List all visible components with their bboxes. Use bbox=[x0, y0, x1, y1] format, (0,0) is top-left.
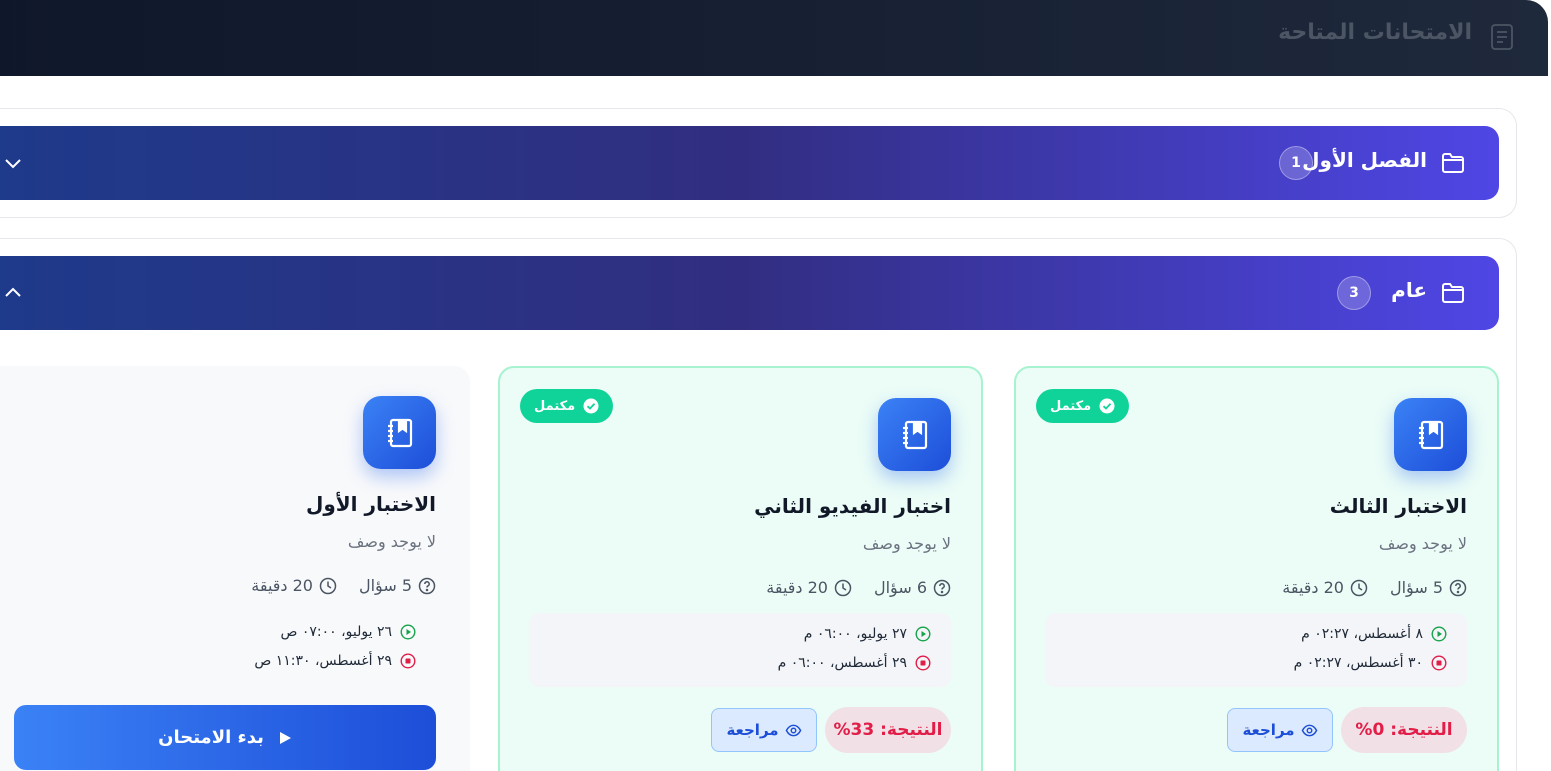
status-label: مكتمل bbox=[1050, 398, 1092, 414]
start-exam-label: بدء الامتحان bbox=[158, 727, 264, 748]
exam-dates: ٢٦ يوليو، ٠٧:٠٠ ص ٢٩ أغسطس، ١١:٣٠ ص bbox=[14, 611, 436, 685]
status-label: مكتمل bbox=[534, 398, 576, 414]
notebook-icon bbox=[902, 420, 927, 449]
exam-duration: 20 دقيقة bbox=[1282, 578, 1368, 597]
question-circle-icon bbox=[933, 579, 951, 596]
score-badge: النتيجة: 33% bbox=[825, 707, 951, 753]
eye-icon bbox=[785, 724, 801, 736]
section-title: عام bbox=[1391, 278, 1427, 302]
exam-dates: ٢٧ يوليو، ٠٦:٠٠ م ٢٩ أغسطس، ٠٦:٠٠ م bbox=[529, 613, 951, 687]
exam-icon-tile bbox=[363, 396, 436, 469]
review-button[interactable]: مراجعة bbox=[1227, 708, 1333, 752]
score-badge: النتيجة: 0% bbox=[1341, 707, 1467, 753]
exam-description: لا يوجد وصف bbox=[347, 532, 436, 551]
folder-icon bbox=[1442, 283, 1464, 303]
exam-description: لا يوجد وصف bbox=[862, 534, 951, 553]
page-header: الامتحانات المتاحة bbox=[0, 0, 1548, 76]
status-badge: مكتمل bbox=[1036, 389, 1130, 423]
exam-title: اختبار الفيديو الثاني bbox=[754, 494, 951, 518]
end-date: ٢٩ أغسطس، ١١:٣٠ ص bbox=[254, 653, 416, 669]
chevron-up-icon[interactable] bbox=[4, 284, 22, 302]
exam-icon-tile bbox=[1394, 398, 1467, 471]
question-count: 5 سؤال bbox=[359, 576, 436, 595]
clock-icon bbox=[834, 579, 852, 596]
notebook-icon bbox=[387, 418, 412, 447]
chevron-down-icon[interactable] bbox=[4, 154, 22, 172]
exam-icon-tile bbox=[878, 398, 951, 471]
folder-icon bbox=[1442, 153, 1464, 173]
review-label: مراجعة bbox=[726, 721, 779, 739]
exam-meta: 5 سؤال 20 دقيقة bbox=[1282, 578, 1467, 597]
notebook-icon bbox=[1418, 420, 1443, 449]
exam-meta: 5 سؤال 20 دقيقة bbox=[251, 576, 436, 595]
eye-icon bbox=[1301, 724, 1317, 736]
exam-description: لا يوجد وصف bbox=[1378, 534, 1467, 553]
exam-title: الاختبار الأول bbox=[305, 492, 436, 516]
exam-card: مكتمل اختبار الفيديو الثاني لا يوجد وصف … bbox=[498, 366, 983, 771]
question-circle-icon bbox=[418, 577, 436, 594]
question-circle-icon bbox=[1449, 579, 1467, 596]
start-date: ٢٧ يوليو، ٠٦:٠٠ م bbox=[804, 626, 931, 642]
question-count: 6 سؤال bbox=[874, 578, 951, 597]
stop-circle-icon bbox=[915, 655, 931, 671]
exam-duration: 20 دقيقة bbox=[766, 578, 852, 597]
play-icon bbox=[279, 731, 291, 744]
document-list-icon bbox=[1491, 24, 1513, 50]
status-badge: مكتمل bbox=[520, 389, 614, 423]
exam-card: الاختبار الأول لا يوجد وصف 5 سؤال 20 دقي… bbox=[0, 366, 470, 771]
clock-icon bbox=[1350, 579, 1368, 596]
section-header-2[interactable]: عام 3 bbox=[0, 256, 1499, 330]
exam-card: مكتمل الاختبار الثالث لا يوجد وصف 5 سؤال bbox=[1014, 366, 1499, 771]
stop-circle-icon bbox=[1431, 655, 1447, 671]
play-circle-icon bbox=[915, 626, 931, 642]
start-date: ٢٦ يوليو، ٠٧:٠٠ ص bbox=[280, 624, 416, 640]
exams-page: الامتحانات المتاحة الفصل الأول 1 عام 3 م… bbox=[0, 0, 1551, 771]
end-date: ٣٠ أغسطس، ٠٢:٢٧ م bbox=[1294, 655, 1447, 671]
review-label: مراجعة bbox=[1242, 721, 1295, 739]
section-title: الفصل الأول bbox=[1302, 148, 1427, 172]
clock-icon bbox=[319, 577, 337, 594]
section-count-badge: 1 bbox=[1279, 146, 1313, 180]
play-circle-icon bbox=[1431, 626, 1447, 642]
exam-dates: ٨ أغسطس، ٠٢:٢٧ م ٣٠ أغسطس، ٠٢:٢٧ م bbox=[1045, 613, 1467, 687]
start-exam-button[interactable]: بدء الامتحان bbox=[14, 705, 436, 770]
question-count: 5 سؤال bbox=[1390, 578, 1467, 597]
play-circle-icon bbox=[400, 624, 416, 640]
exam-title: الاختبار الثالث bbox=[1329, 494, 1467, 518]
exam-duration: 20 دقيقة bbox=[251, 576, 337, 595]
page-title: الامتحانات المتاحة bbox=[1278, 20, 1472, 45]
exam-meta: 6 سؤال 20 دقيقة bbox=[766, 578, 951, 597]
review-button[interactable]: مراجعة bbox=[711, 708, 817, 752]
stop-circle-icon bbox=[400, 653, 416, 669]
section-count-badge: 3 bbox=[1337, 276, 1371, 310]
check-circle-icon bbox=[583, 398, 599, 414]
start-date: ٨ أغسطس، ٠٢:٢٧ م bbox=[1301, 626, 1447, 642]
check-circle-icon bbox=[1099, 398, 1115, 414]
section-header-1[interactable]: الفصل الأول 1 bbox=[0, 126, 1499, 200]
end-date: ٢٩ أغسطس، ٠٦:٠٠ م bbox=[778, 655, 931, 671]
